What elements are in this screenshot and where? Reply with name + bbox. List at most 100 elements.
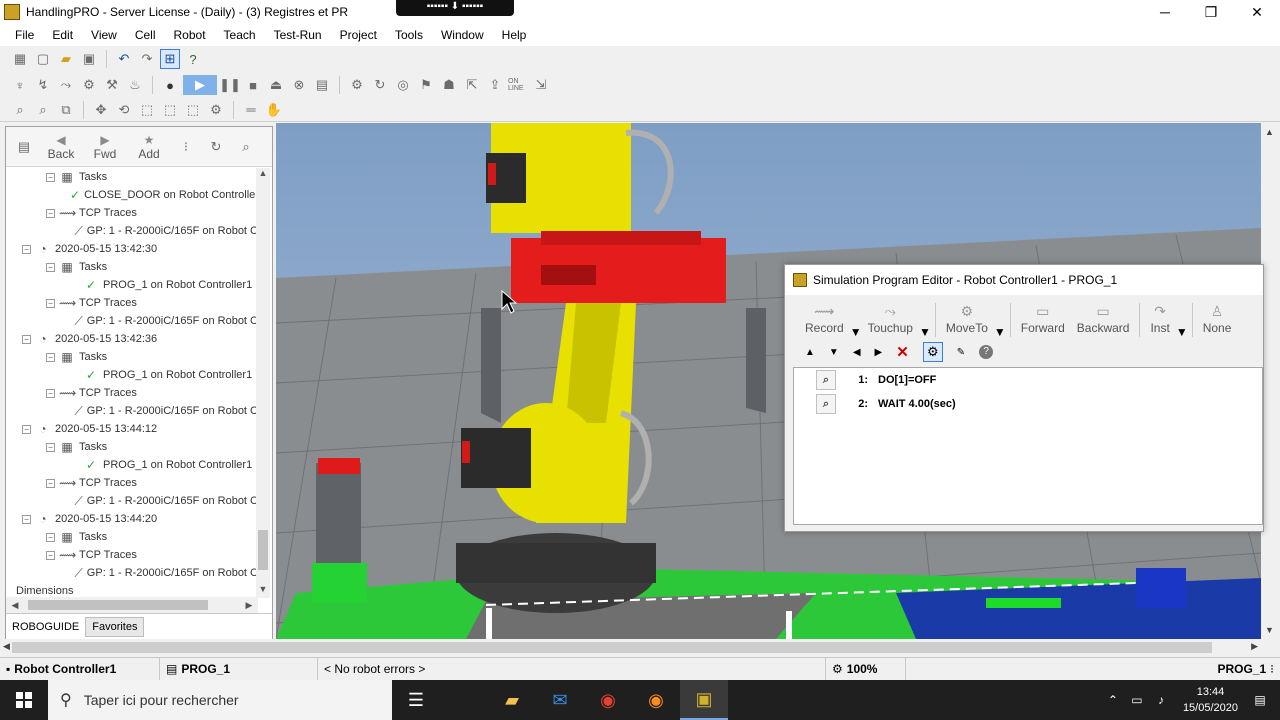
- maximize-button[interactable]: ❐: [1188, 0, 1234, 24]
- delete-icon[interactable]: ✕: [896, 343, 909, 361]
- collapse-toggle-icon[interactable]: −: [46, 352, 55, 362]
- moveto-dropdown-icon[interactable]: ▼: [994, 325, 1006, 339]
- redo-icon[interactable]: ↷: [137, 49, 157, 69]
- collapse-toggle-icon[interactable]: −: [22, 244, 31, 254]
- collapse-toggle-icon[interactable]: −: [46, 262, 55, 272]
- view-iso-icon[interactable]: ⬚: [183, 100, 203, 120]
- help-icon[interactable]: ?: [183, 49, 203, 69]
- touchup-button[interactable]: ⤳ Touchup: [862, 303, 919, 339]
- grid-icon[interactable]: ▦: [10, 49, 30, 69]
- task-view-icon[interactable]: ☰: [392, 680, 440, 720]
- taskbar-search[interactable]: ⚲ Taper ici pour rechercher: [48, 680, 392, 720]
- inst-button[interactable]: ↷ Inst: [1144, 303, 1175, 339]
- play-icon[interactable]: ▶: [183, 75, 217, 95]
- volume-icon[interactable]: ♪: [1149, 693, 1173, 707]
- tree-item[interactable]: − ▦ Tasks: [6, 348, 258, 366]
- collapse-toggle-icon[interactable]: −: [46, 208, 55, 218]
- pause-icon[interactable]: ❚❚: [219, 75, 241, 95]
- tree-horizontal-scrollbar[interactable]: ◀ ▶: [6, 597, 258, 613]
- mail-icon[interactable]: ✉: [536, 680, 584, 720]
- menu-robot[interactable]: Robot: [165, 24, 215, 46]
- sign-icon[interactable]: ⚑: [416, 75, 436, 95]
- upload-icon[interactable]: ⇪: [485, 75, 505, 95]
- tree-item[interactable]: − ⟿ TCP Traces: [6, 204, 258, 222]
- tree-item[interactable]: ⟋ GP: 1 - R-2000iC/165F on Robot C: [6, 402, 258, 420]
- collapse-toggle-icon[interactable]: −: [46, 172, 55, 182]
- menu-help[interactable]: Help: [493, 24, 536, 46]
- menu-test-run[interactable]: Test-Run: [265, 24, 331, 46]
- open-folder-icon[interactable]: ▰: [56, 49, 76, 69]
- tree-vertical-scrollbar[interactable]: ▲ ▼: [256, 168, 270, 598]
- browser-home-icon[interactable]: ▤: [14, 137, 34, 157]
- collapse-toggle-icon[interactable]: −: [46, 550, 55, 560]
- panel-icon[interactable]: ▤: [312, 75, 332, 95]
- tree-item[interactable]: − ◔ 2020-05-15 13:44:12: [6, 420, 258, 438]
- scroll-thumb[interactable]: [258, 530, 268, 570]
- tree-item[interactable]: − ◔ 2020-05-15 13:42:36: [6, 330, 258, 348]
- line-left-icon[interactable]: ◀: [853, 347, 861, 358]
- collapse-toggle-icon[interactable]: −: [46, 478, 55, 488]
- file-explorer-icon[interactable]: ▰: [488, 680, 536, 720]
- handlingpro-icon[interactable]: ▣: [680, 680, 728, 720]
- line-right-icon[interactable]: ▶: [875, 347, 883, 358]
- scroll-left-icon[interactable]: ◀: [8, 597, 22, 613]
- record-dropdown-icon[interactable]: ▼: [850, 325, 862, 339]
- ruler-icon[interactable]: ═: [241, 100, 261, 120]
- menu-teach[interactable]: Teach: [215, 24, 265, 46]
- scroll-thumb[interactable]: [12, 642, 1212, 653]
- tree-item[interactable]: − ◔ 2020-05-15 13:44:20: [6, 510, 258, 528]
- viewport-horizontal-scrollbar[interactable]: ◀ ▶: [0, 639, 1280, 656]
- line-up-icon[interactable]: ▲: [805, 347, 815, 358]
- hand-icon[interactable]: ✋: [264, 100, 284, 120]
- record-button[interactable]: ⟿ Record: [799, 303, 850, 339]
- export-icon[interactable]: ⇱: [462, 75, 482, 95]
- back-button[interactable]: ◀ Back: [44, 133, 78, 161]
- tree-item[interactable]: ⟋ GP: 1 - R-2000iC/165F on Robot C: [6, 312, 258, 330]
- move-to-icon[interactable]: ⤳: [56, 75, 76, 95]
- scroll-thumb[interactable]: [28, 600, 208, 610]
- undo-icon[interactable]: ↶: [114, 49, 134, 69]
- menu-project[interactable]: Project: [331, 24, 386, 46]
- notification-icon[interactable]: ▤: [1248, 693, 1272, 707]
- chevron-up-icon[interactable]: ⌃: [1101, 693, 1125, 707]
- tree-item[interactable]: Dimensions: [6, 582, 258, 598]
- help-icon[interactable]: ?: [979, 345, 994, 359]
- eject-icon[interactable]: ⏏: [266, 75, 286, 95]
- tree-item[interactable]: ⟋ GP: 1 - R-2000iC/165F on Robot C: [6, 564, 258, 582]
- inst-dropdown-icon[interactable]: ▼: [1176, 325, 1188, 339]
- gripper-icon[interactable]: ♨: [125, 75, 145, 95]
- collapse-toggle-icon[interactable]: −: [22, 334, 31, 344]
- tree-item[interactable]: ✓ PROG_1 on Robot Controller1: [6, 276, 258, 294]
- view-front-icon[interactable]: ⬚: [137, 100, 157, 120]
- edit-icon[interactable]: ✎: [957, 347, 965, 358]
- teach-pendant-icon[interactable]: ♆: [10, 75, 30, 95]
- editor-title-bar[interactable]: Simulation Program Editor - Robot Contro…: [785, 265, 1263, 295]
- collapse-toggle-icon[interactable]: −: [22, 514, 31, 524]
- new-file-icon[interactable]: ▢: [33, 49, 53, 69]
- record-icon[interactable]: ●: [160, 75, 180, 95]
- magnifier-icon[interactable]: ⌕: [816, 394, 836, 414]
- zoom-window-icon[interactable]: ⧉: [56, 100, 76, 120]
- rotate-icon[interactable]: ⟲: [114, 100, 134, 120]
- tree-options-icon[interactable]: ⁝: [176, 137, 196, 157]
- save-icon[interactable]: ▣: [79, 49, 99, 69]
- tree-item[interactable]: − ⟿ TCP Traces: [6, 546, 258, 564]
- menu-cell[interactable]: Cell: [126, 24, 165, 46]
- tree-item[interactable]: ✓ PROG_1 on Robot Controller1: [6, 456, 258, 474]
- collapse-toggle-icon[interactable]: −: [46, 442, 55, 452]
- search-icon[interactable]: ⌕: [236, 137, 256, 157]
- cycle-icon[interactable]: ↻: [370, 75, 390, 95]
- abort-icon[interactable]: ⊗: [289, 75, 309, 95]
- tree-item[interactable]: − ▦ Tasks: [6, 438, 258, 456]
- tree-item[interactable]: − ▦ Tasks: [6, 528, 258, 546]
- program-line[interactable]: ⌕ 1: DO[1]=OFF: [794, 368, 1262, 392]
- screen-capture-bar[interactable]: ▪▪▪▪▪▪ ⬇ ▪▪▪▪▪▪: [396, 0, 514, 16]
- zoom-in-icon[interactable]: ⌕: [33, 100, 53, 120]
- network-icon[interactable]: ▭: [1125, 693, 1149, 707]
- add-button[interactable]: ★ Add: [132, 133, 166, 161]
- tab-roboguide[interactable]: ROBOGUIDE: [6, 618, 85, 636]
- firefox-icon[interactable]: ◉: [632, 680, 680, 720]
- robot-view-icon[interactable]: ⚙: [206, 100, 226, 120]
- scroll-left-icon[interactable]: ◀: [3, 641, 10, 652]
- menu-edit[interactable]: Edit: [43, 24, 82, 46]
